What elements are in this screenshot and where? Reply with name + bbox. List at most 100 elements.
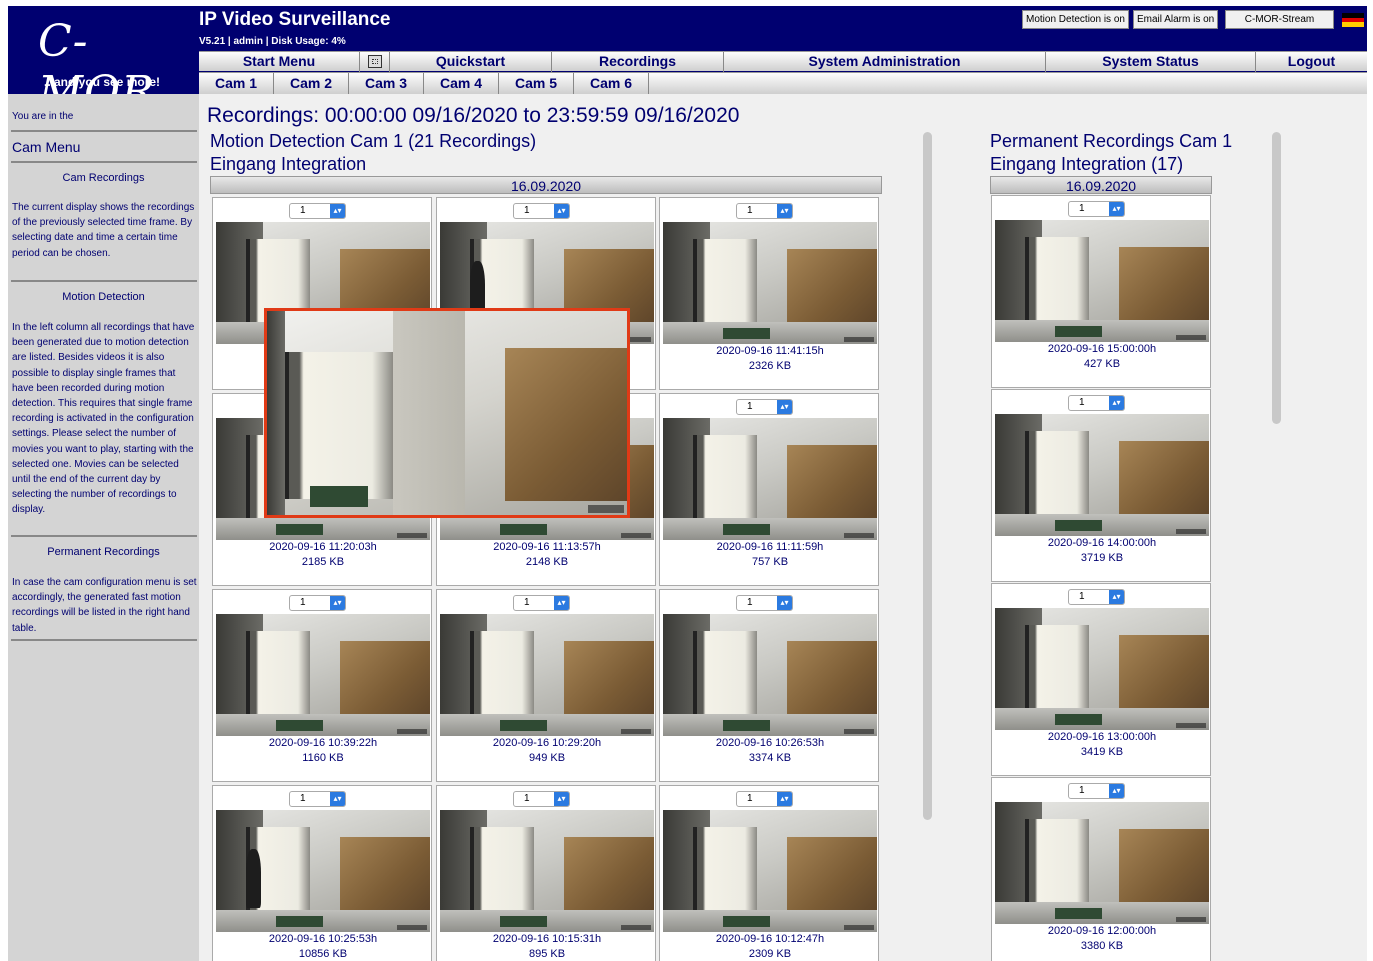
permanent-date-bar: 16.09.2020	[990, 176, 1212, 194]
logo[interactable]: C-MOR ...and you see more!	[8, 6, 198, 118]
recording-time[interactable]: 2020-09-16 11:20:03h	[213, 541, 433, 553]
recording-thumbnail-image	[216, 614, 430, 736]
play-count-value: 1	[1079, 203, 1085, 214]
recording-size: 427 KB	[1083, 358, 1121, 370]
motion-scrollbar[interactable]	[923, 132, 932, 820]
play-count-select[interactable]: 1 ▴▾	[736, 203, 793, 219]
play-count-select[interactable]: 1 ▴▾	[1068, 783, 1125, 799]
german-flag-icon[interactable]	[1342, 13, 1364, 27]
nav-system-administration[interactable]: System Administration	[724, 52, 1046, 72]
play-count-value: 1	[300, 205, 306, 216]
recording-time[interactable]: 2020-09-16 10:15:31h	[437, 933, 657, 945]
cam-tabs: Cam 1 Cam 2 Cam 3 Cam 4 Cam 5 Cam 6	[199, 72, 1367, 95]
main-content: Recordings: 00:00:00 09/16/2020 to 23:59…	[199, 94, 1367, 961]
sidebar-menu-title[interactable]: Cam Menu	[12, 139, 80, 155]
tab-cam-5[interactable]: Cam 5	[499, 73, 574, 95]
motion-detection-status-button[interactable]: Motion Detection is on	[1022, 10, 1129, 29]
select-arrows-icon: ▴▾	[1109, 590, 1124, 604]
recording-time[interactable]: 2020-09-16 10:26:53h	[660, 737, 880, 749]
sidebar-divider	[11, 280, 197, 282]
play-count-value: 1	[747, 205, 753, 216]
sidebar-location-label: You are in the	[12, 111, 74, 122]
tab-cam-2[interactable]: Cam 2	[274, 73, 349, 95]
nav-start-menu[interactable]: Start Menu	[199, 52, 360, 72]
recording-time[interactable]: 2020-09-16 11:13:57h	[437, 541, 657, 553]
recording-thumbnail-image	[663, 810, 877, 932]
recording-time[interactable]: 2020-09-16 15:00:00h	[992, 343, 1212, 355]
nav-recordings[interactable]: Recordings	[552, 52, 724, 72]
play-count-select[interactable]: 1 ▴▾	[736, 791, 793, 807]
recording-thumbnail-image	[995, 608, 1209, 730]
play-count-select[interactable]: 1 ▴▾	[513, 791, 570, 807]
recording-time[interactable]: 2020-09-16 10:39:22h	[213, 737, 433, 749]
recording-size: 10856 KB	[298, 948, 348, 960]
tab-cam-1[interactable]: Cam 1	[199, 73, 274, 95]
recording-thumbnail-image	[995, 802, 1209, 924]
recording-size: 757 KB	[751, 556, 789, 568]
recording-thumbnail-image	[440, 614, 654, 736]
recording-thumbnail-image	[995, 414, 1209, 536]
recording-size: 949 KB	[528, 752, 566, 764]
tab-cam-6[interactable]: Cam 6	[574, 73, 649, 95]
recording-time[interactable]: 2020-09-16 10:25:53h	[213, 933, 433, 945]
sidebar-heading-permanent-recordings: Permanent Recordings	[47, 546, 160, 558]
recording-thumbnail[interactable]	[995, 220, 1209, 342]
recording-thumbnail[interactable]	[995, 802, 1209, 924]
recording-thumbnail[interactable]	[663, 810, 877, 932]
nav-logout[interactable]: Logout	[1256, 52, 1367, 72]
select-arrows-icon: ▴▾	[777, 792, 792, 806]
sidebar-divider	[11, 639, 197, 641]
sidebar-divider	[11, 535, 197, 537]
tab-cam-3[interactable]: Cam 3	[349, 73, 424, 95]
tab-cam-4[interactable]: Cam 4	[424, 73, 499, 95]
play-count-select[interactable]: 1 ▴▾	[736, 595, 793, 611]
recording-thumbnail[interactable]	[663, 222, 877, 344]
play-count-select[interactable]: 1 ▴▾	[1068, 395, 1125, 411]
play-count-select[interactable]: 1 ▴▾	[289, 595, 346, 611]
recording-thumbnail[interactable]	[663, 614, 877, 736]
recording-time[interactable]: 2020-09-16 12:00:00h	[992, 925, 1212, 937]
preview-image	[267, 311, 627, 515]
play-count-select[interactable]: 1 ▴▾	[1068, 201, 1125, 217]
recording-time[interactable]: 2020-09-16 13:00:00h	[992, 731, 1212, 743]
select-arrows-icon: ▴▾	[1109, 202, 1124, 216]
recording-cell: 1 ▴▾ 2020-09-16 11:11:59h 757 KB	[659, 393, 879, 586]
sidebar-text-cam-recordings: The current display shows the recordings…	[12, 202, 195, 259]
recording-thumbnail[interactable]	[216, 614, 430, 736]
play-count-select[interactable]: 1 ▴▾	[736, 399, 793, 415]
play-count-select[interactable]: 1 ▴▾	[289, 203, 346, 219]
recording-thumbnail[interactable]	[995, 608, 1209, 730]
recording-cell: 1 ▴▾ 2020-09-16 10:15:31h 895 KB	[436, 785, 656, 961]
recording-thumbnail[interactable]	[995, 414, 1209, 536]
select-arrows-icon: ▴▾	[330, 204, 345, 218]
email-alarm-status-button[interactable]: Email Alarm is on	[1133, 10, 1219, 29]
permanent-scrollbar[interactable]	[1272, 132, 1281, 424]
play-count-value: 1	[524, 793, 530, 804]
app-subtitle: V5.21 | admin | Disk Usage: 4%	[199, 36, 346, 47]
recording-preview-popup[interactable]	[264, 308, 630, 518]
recording-size: 2185 KB	[301, 556, 345, 568]
recording-cell: 1 ▴▾ 2020-09-16 10:29:20h 949 KB	[436, 589, 656, 782]
nav-system-status[interactable]: System Status	[1046, 52, 1256, 72]
sidebar-text-motion-detection: In the left column all recordings that h…	[12, 322, 195, 516]
fullscreen-button[interactable]	[360, 52, 390, 72]
play-count-select[interactable]: 1 ▴▾	[289, 791, 346, 807]
cmor-stream-button[interactable]: C-MOR-Stream	[1225, 10, 1334, 29]
play-count-select[interactable]: 1 ▴▾	[1068, 589, 1125, 605]
recording-time[interactable]: 2020-09-16 11:11:59h	[660, 541, 880, 553]
recording-thumbnail[interactable]	[663, 418, 877, 540]
nav-quickstart[interactable]: Quickstart	[390, 52, 552, 72]
recording-thumbnail[interactable]	[440, 614, 654, 736]
recording-thumbnail[interactable]	[440, 810, 654, 932]
recording-size: 3380 KB	[1080, 940, 1124, 952]
play-count-select[interactable]: 1 ▴▾	[513, 595, 570, 611]
recording-time[interactable]: 2020-09-16 14:00:00h	[992, 537, 1212, 549]
recording-size: 1160 KB	[302, 752, 344, 764]
play-count-select[interactable]: 1 ▴▾	[513, 203, 570, 219]
recording-time[interactable]: 2020-09-16 10:12:47h	[660, 933, 880, 945]
recording-time[interactable]: 2020-09-16 11:41:15h	[660, 345, 880, 357]
recording-time[interactable]: 2020-09-16 10:29:20h	[437, 737, 657, 749]
motion-date-bar: 16.09.2020	[210, 176, 882, 194]
recording-thumbnail[interactable]	[216, 810, 430, 932]
recording-cell: 1 ▴▾ 2020-09-16 10:12:47h 2309 KB	[659, 785, 879, 961]
